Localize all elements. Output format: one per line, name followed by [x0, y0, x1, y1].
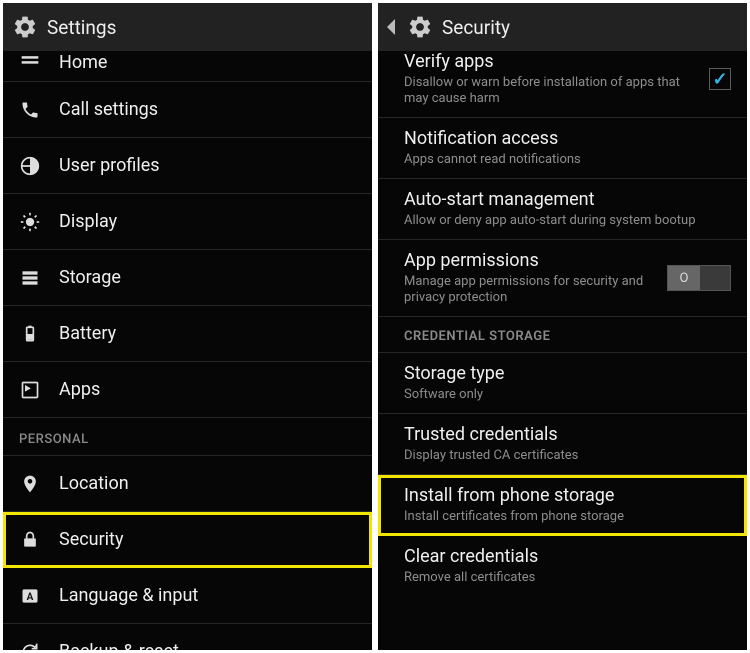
- toggle-thumb: O: [668, 266, 700, 290]
- verify-apps-checkbox[interactable]: ✓: [709, 68, 731, 90]
- row-verify-apps[interactable]: Verify apps Disallow or warn before inst…: [378, 51, 747, 118]
- row-sub: Remove all certificates: [404, 570, 721, 586]
- home-icon: [19, 51, 41, 73]
- row-sub: Software only: [404, 387, 721, 403]
- row-label: Backup & reset: [59, 641, 179, 650]
- check-icon: ✓: [712, 69, 727, 90]
- row-sub: Allow or deny app auto-start during syst…: [404, 213, 721, 229]
- section-personal: PERSONAL: [3, 418, 372, 456]
- row-label: Battery: [59, 323, 116, 344]
- settings-header: Settings: [3, 3, 372, 51]
- settings-list[interactable]: Home Call settings User profiles Display: [3, 51, 372, 650]
- backup-icon: [19, 641, 41, 651]
- row-battery[interactable]: Battery: [3, 306, 372, 362]
- row-title: Install from phone storage: [404, 485, 721, 507]
- row-storage[interactable]: Storage: [3, 250, 372, 306]
- gear-icon: [406, 13, 434, 41]
- row-label: Language & input: [59, 585, 198, 606]
- row-sub: Install certificates from phone storage: [404, 509, 721, 525]
- settings-panel: Settings Home Call settings User profile…: [3, 3, 372, 650]
- user-profiles-icon: [19, 155, 41, 177]
- location-icon: [19, 473, 41, 495]
- security-list[interactable]: Verify apps Disallow or warn before inst…: [378, 51, 747, 650]
- apps-icon: [19, 379, 41, 401]
- row-sub: Manage app permissions for security and …: [404, 274, 657, 306]
- back-icon[interactable]: [386, 13, 398, 41]
- security-header: Security: [378, 3, 747, 51]
- row-language-input[interactable]: A Language & input: [3, 568, 372, 624]
- row-label: Location: [59, 473, 129, 494]
- row-title: Notification access: [404, 128, 721, 150]
- row-sub: Display trusted CA certificates: [404, 448, 721, 464]
- row-security[interactable]: Security: [3, 512, 372, 568]
- row-sub: Apps cannot read notifications: [404, 152, 721, 168]
- gear-icon: [11, 13, 39, 41]
- row-home[interactable]: Home: [3, 51, 372, 82]
- settings-title: Settings: [47, 16, 116, 39]
- row-label: Display: [59, 211, 117, 232]
- storage-icon: [19, 267, 41, 289]
- row-title: App permissions: [404, 250, 657, 272]
- row-install-from-storage[interactable]: Install from phone storage Install certi…: [378, 475, 747, 536]
- row-backup-reset[interactable]: Backup & reset: [3, 624, 372, 650]
- row-title: Clear credentials: [404, 546, 721, 568]
- battery-icon: [19, 323, 41, 345]
- row-location[interactable]: Location: [3, 456, 372, 512]
- row-title: Auto-start management: [404, 189, 721, 211]
- row-label: Apps: [59, 379, 100, 400]
- row-label: User profiles: [59, 155, 160, 176]
- row-call-settings[interactable]: Call settings: [3, 82, 372, 138]
- row-label: Storage: [59, 267, 121, 288]
- section-credential-storage: CREDENTIAL STORAGE: [378, 317, 747, 353]
- security-panel: Security Verify apps Disallow or warn be…: [378, 3, 747, 650]
- row-label: Call settings: [59, 99, 158, 120]
- app-permissions-toggle[interactable]: O: [667, 265, 731, 291]
- row-storage-type[interactable]: Storage type Software only: [378, 353, 747, 414]
- svg-text:A: A: [27, 592, 34, 603]
- row-display[interactable]: Display: [3, 194, 372, 250]
- row-user-profiles[interactable]: User profiles: [3, 138, 372, 194]
- security-title: Security: [442, 16, 510, 39]
- row-title: Trusted credentials: [404, 424, 721, 446]
- row-apps[interactable]: Apps: [3, 362, 372, 418]
- row-label: Home: [59, 52, 107, 73]
- display-icon: [19, 211, 41, 233]
- row-title: Storage type: [404, 363, 721, 385]
- row-clear-credentials[interactable]: Clear credentials Remove all certificate…: [378, 536, 747, 590]
- row-notification-access[interactable]: Notification access Apps cannot read not…: [378, 118, 747, 179]
- row-auto-start[interactable]: Auto-start management Allow or deny app …: [378, 179, 747, 240]
- row-app-permissions[interactable]: App permissions Manage app permissions f…: [378, 240, 747, 317]
- row-trusted-credentials[interactable]: Trusted credentials Display trusted CA c…: [378, 414, 747, 475]
- language-icon: A: [19, 585, 41, 607]
- row-title: Verify apps: [404, 51, 699, 73]
- lock-icon: [19, 529, 41, 551]
- phone-icon: [19, 99, 41, 121]
- row-label: Security: [59, 529, 123, 550]
- row-sub: Disallow or warn before installation of …: [404, 75, 699, 107]
